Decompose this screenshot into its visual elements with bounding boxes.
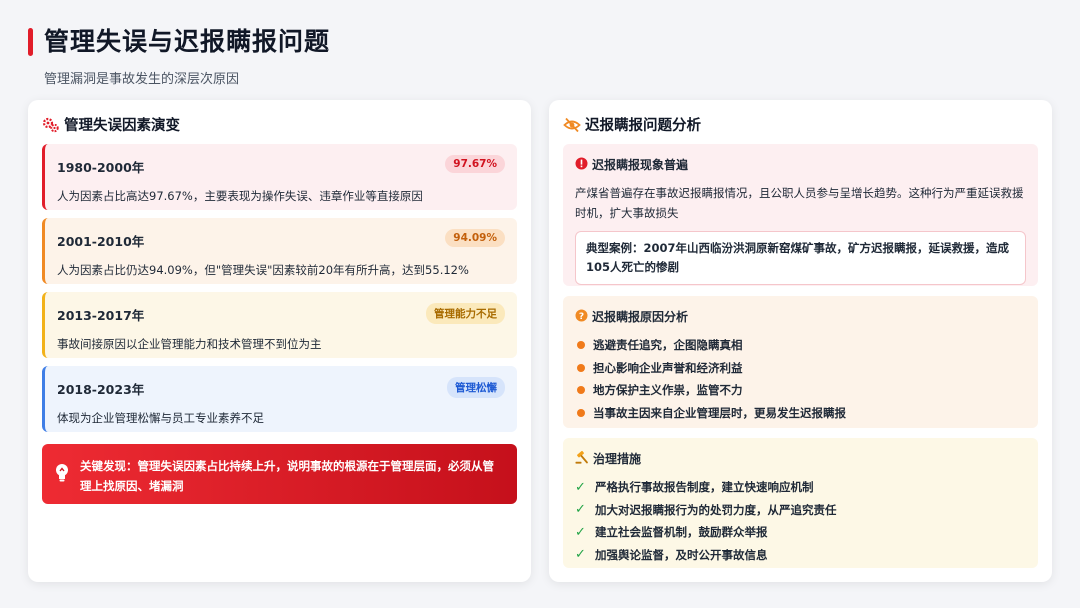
measures-list: ✓ 严格执行事故报告制度，建立快速响应机制 ✓ 加大对迟报瞒报行为的处罚力度，从严追… — [575, 476, 1026, 566]
list-item: ✓ 严格执行事故报告制度，建立快速响应机制 — [575, 476, 1026, 499]
period-badge: 97.67% — [445, 155, 505, 173]
list-item-text: 当事故主因来自企业管理层时，更易发生迟报瞒报 — [593, 405, 846, 420]
list-item: 逃避责任追究，企图隐瞒真相 — [575, 334, 1026, 357]
period-badge: 管理能力不足 — [426, 303, 505, 324]
late-report-analysis-card: 迟报瞒报问题分析 迟报瞒报现象普遍 产煤省普遍存在事故迟报瞒报情况，且公职人员参… — [549, 100, 1052, 582]
card-header: 管理失误因素演变 — [42, 114, 180, 135]
timeline-period-1980-2000: 1980-2000年 97.67% 人为因素占比高达97.67%，主要表现为操作… — [42, 144, 517, 210]
list-item-text: 加强舆论监督，及时公开事故信息 — [595, 547, 768, 562]
period-description: 人为因素占比高达97.67%，主要表现为操作失误、违章作业等直接原因 — [57, 189, 423, 203]
period-range: 1980-2000年 — [57, 160, 145, 175]
timeline-period-2001-2010: 2001-2010年 94.09% 人为因素占比仍达94.09%，但"管理失误"… — [42, 218, 517, 284]
check-icon: ✓ — [575, 524, 586, 540]
bullet-dot-icon — [577, 386, 585, 395]
title-accent-bar — [28, 28, 33, 56]
question-icon: ? — [575, 309, 588, 325]
list-item: 担心影响企业声誉和经济利益 — [575, 357, 1026, 380]
period-description: 体现为企业管理松懈与员工专业素养不足 — [57, 411, 264, 425]
list-item-text: 建立社会监督机制，鼓励群众举报 — [595, 525, 768, 540]
phenomenon-section: 迟报瞒报现象普遍 产煤省普遍存在事故迟报瞒报情况，且公职人员参与呈增长趋势。这种… — [563, 144, 1038, 286]
list-item: ✓ 加大对迟报瞒报行为的处罚力度，从严追究责任 — [575, 499, 1026, 522]
gavel-icon — [575, 450, 589, 467]
section-title-text: 迟报瞒报原因分析 — [592, 310, 689, 324]
card-header: 迟报瞒报问题分析 — [563, 114, 701, 135]
period-description: 人为因素占比仍达94.09%，但"管理失误"因素较前20年有所升高，达到55.1… — [57, 263, 469, 277]
list-item: 地方保护主义作祟，监管不力 — [575, 379, 1026, 402]
check-icon: ✓ — [575, 547, 586, 563]
timeline-period-2018-2023: 2018-2023年 管理松懈 体现为企业管理松懈与员工专业素养不足 — [42, 366, 517, 432]
section-title: 迟报瞒报现象普遍 — [575, 156, 1026, 173]
section-title-text: 治理措施 — [593, 452, 642, 466]
bullet-dot-icon — [577, 341, 585, 350]
check-icon: ✓ — [575, 479, 586, 495]
card-title: 迟报瞒报问题分析 — [585, 118, 701, 134]
period-range: 2001-2010年 — [57, 234, 145, 249]
page-subtitle: 管理漏洞是事故发生的深层次原因 — [44, 72, 240, 87]
section-title: ? 迟报瞒报原因分析 — [575, 308, 1026, 325]
list-item-text: 逃避责任追究，企图隐瞒真相 — [593, 338, 743, 353]
list-item: ✓ 建立社会监督机制，鼓励群众举报 — [575, 521, 1026, 544]
list-item-text: 担心影响企业声誉和经济利益 — [593, 360, 743, 375]
period-badge: 94.09% — [445, 229, 505, 247]
alert-icon — [575, 157, 588, 173]
page-title: 管理失误与迟报瞒报问题 — [44, 27, 331, 56]
timeline-period-2013-2017: 2013-2017年 管理能力不足 事故间接原因以企业管理能力和技术管理不到位为… — [42, 292, 517, 358]
management-error-card: 管理失误因素演变 1980-2000年 97.67% 人为因素占比高达97.67… — [28, 100, 531, 582]
svg-text:?: ? — [579, 312, 584, 322]
period-badge: 管理松懈 — [447, 377, 505, 398]
key-finding-banner: 关键发现：管理失误因素占比持续上升，说明事故的根源在于管理层面，必须从管理上找原… — [42, 444, 517, 504]
list-item-text: 地方保护主义作祟，监管不力 — [593, 383, 743, 398]
list-item-text: 加大对迟报瞒报行为的处罚力度，从严追究责任 — [595, 502, 837, 517]
lightbulb-icon — [54, 463, 70, 483]
section-title: 治理措施 — [575, 450, 1026, 467]
period-range: 2018-2023年 — [57, 382, 145, 397]
eye-slash-icon — [563, 116, 581, 134]
list-item: ✓ 加强舆论监督，及时公开事故信息 — [575, 544, 1026, 567]
section-title-text: 迟报瞒报现象普遍 — [592, 158, 689, 172]
causes-list: 逃避责任追究，企图隐瞒真相 担心影响企业声誉和经济利益 地方保护主义作祟，监管不… — [575, 334, 1026, 424]
bullet-dot-icon — [577, 363, 585, 372]
causes-section: ? 迟报瞒报原因分析 逃避责任追究，企图隐瞒真相 担心影响企业声誉和经济利益 地… — [563, 296, 1038, 428]
key-finding-text: 关键发现：管理失误因素占比持续上升，说明事故的根源在于管理层面，必须从管理上找原… — [80, 459, 494, 493]
check-icon: ✓ — [575, 502, 586, 518]
typical-case-box: 典型案例：2007年山西临汾洪洞原新窑煤矿事故，矿方迟报瞒报，延误救援，造成10… — [575, 231, 1026, 285]
list-item: 当事故主因来自企业管理层时，更易发生迟报瞒报 — [575, 402, 1026, 425]
period-description: 事故间接原因以企业管理能力和技术管理不到位为主 — [57, 337, 322, 351]
measures-section: 治理措施 ✓ 严格执行事故报告制度，建立快速响应机制 ✓ 加大对迟报瞒报行为的处罚力… — [563, 438, 1038, 568]
card-title: 管理失误因素演变 — [64, 118, 180, 134]
list-item-text: 严格执行事故报告制度，建立快速响应机制 — [595, 480, 814, 495]
bullet-dot-icon — [577, 408, 585, 417]
gear-icon — [42, 116, 60, 134]
phenomenon-text: 产煤省普遍存在事故迟报瞒报情况，且公职人员参与呈增长趋势。这种行为严重延误救援时… — [575, 186, 1024, 220]
